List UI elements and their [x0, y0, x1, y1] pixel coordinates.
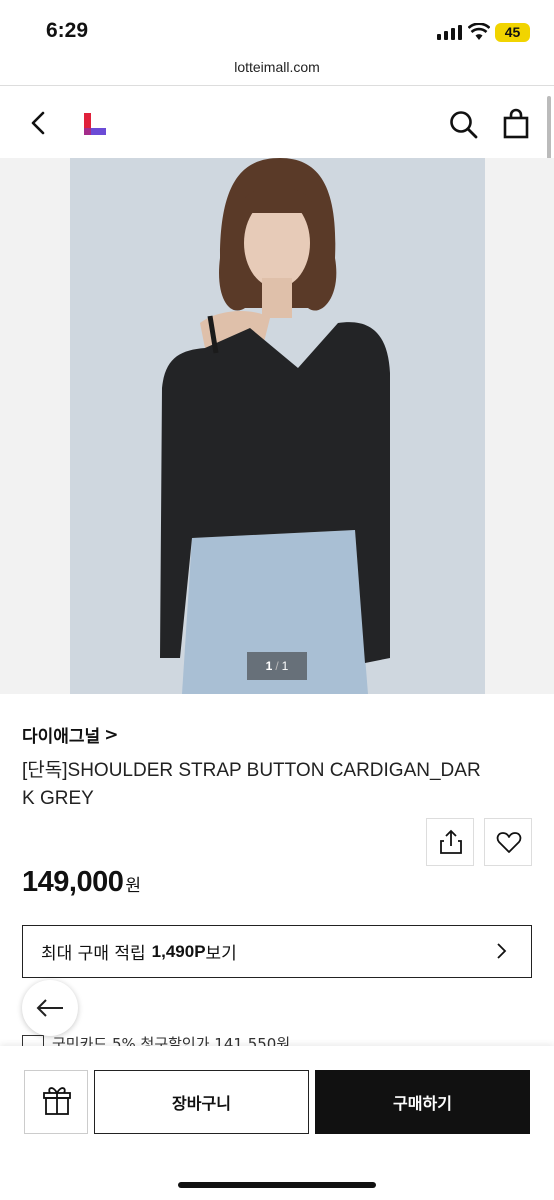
- chevron-right-icon: >: [104, 724, 119, 745]
- gift-button[interactable]: [24, 1070, 88, 1134]
- signal-icon: [437, 24, 462, 40]
- pager-separator: /: [275, 659, 279, 673]
- product-price: 149,000 원: [22, 866, 141, 899]
- add-to-cart-button[interactable]: 장바구니: [94, 1070, 309, 1134]
- gift-icon: [43, 1087, 71, 1115]
- back-icon[interactable]: [24, 108, 54, 138]
- price-amount: 149,000: [22, 866, 124, 898]
- product-image-gallery[interactable]: 1/1: [0, 158, 554, 694]
- share-icon: [440, 829, 462, 854]
- status-time: 6:29: [46, 19, 89, 42]
- battery-indicator: 45: [495, 23, 530, 42]
- product-photo: [70, 158, 485, 694]
- arrow-left-icon: [36, 999, 63, 1017]
- pager-total: 1: [281, 659, 289, 673]
- browser-url[interactable]: lotteimall.com: [0, 56, 554, 86]
- app-header: [0, 88, 554, 158]
- points-info-button[interactable]: 최대 구매 적립 1,490P 보기: [22, 925, 532, 978]
- price-unit: 원: [125, 876, 141, 895]
- status-bar: 6:29 45: [0, 0, 554, 56]
- pager-current: 1: [265, 659, 273, 673]
- heart-icon: [496, 832, 522, 853]
- gallery-pager: 1/1: [247, 652, 307, 680]
- share-button[interactable]: [426, 818, 474, 866]
- search-icon[interactable]: [447, 108, 479, 140]
- points-suffix: 보기: [205, 944, 237, 964]
- product-title: [단독]SHOULDER STRAP BUTTON CARDIGAN_DARK …: [22, 760, 481, 809]
- home-indicator[interactable]: [178, 1182, 376, 1188]
- chevron-right-icon: [497, 943, 507, 959]
- brand-name: 다이애그널: [22, 727, 101, 747]
- bag-icon[interactable]: [501, 108, 531, 140]
- points-label: 최대 구매 적립: [41, 944, 146, 964]
- lotte-logo[interactable]: [82, 111, 108, 137]
- wishlist-button[interactable]: [484, 818, 532, 866]
- buy-now-button[interactable]: 구매하기: [315, 1070, 530, 1134]
- brand-link[interactable]: 다이애그널 >: [22, 722, 119, 748]
- wifi-icon: [468, 23, 490, 40]
- points-amount: 1,490P: [151, 941, 206, 961]
- floating-back-button[interactable]: [22, 980, 78, 1036]
- purchase-bar: 장바구니 구매하기: [0, 1046, 554, 1200]
